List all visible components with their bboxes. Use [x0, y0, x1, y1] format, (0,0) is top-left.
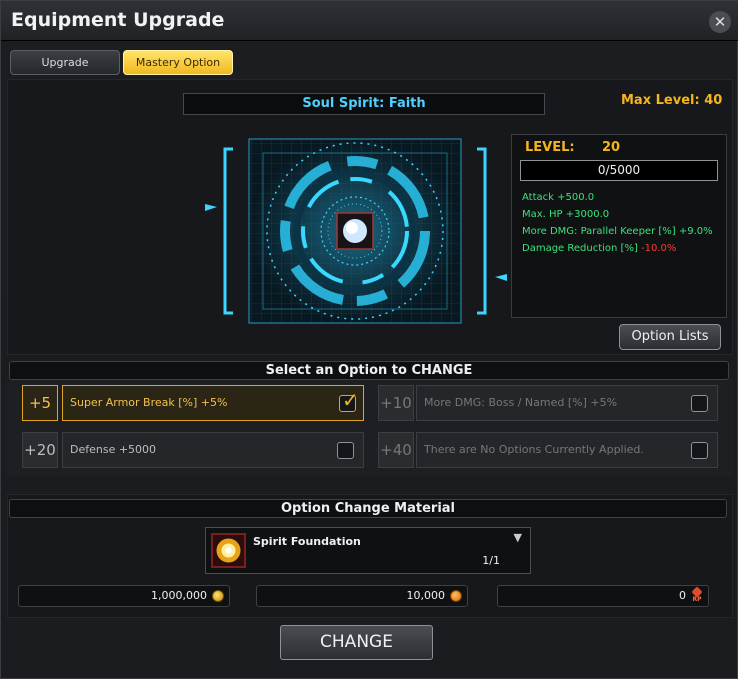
window-title: Equipment Upgrade: [11, 9, 225, 31]
option-1-label: Super Armor Break [%] +5%: [70, 396, 228, 409]
rp-cost-value: 0: [679, 589, 686, 602]
spirit-foundation-icon: [211, 533, 246, 568]
stat-damage-reduction: Damage Reduction [%] -10.0%: [522, 243, 676, 254]
rp-icon: RP: [690, 588, 704, 603]
option-3-threshold: +20: [22, 432, 58, 468]
orange-coin-icon: [450, 590, 462, 602]
option-3[interactable]: Defense +5000: [62, 432, 364, 468]
material-count: 1/1: [482, 554, 500, 567]
option-1-checkbox[interactable]: ✓: [339, 390, 359, 412]
option-4-threshold: +40: [378, 432, 414, 468]
option-lists-button[interactable]: Option Lists: [619, 324, 721, 350]
gold-cost: 1,000,000: [18, 585, 230, 607]
soul-spirit-emblem: [205, 138, 507, 324]
stat-more-dmg: More DMG: Parallel Keeper [%] +9.0%: [522, 226, 713, 237]
gold-cost-value: 1,000,000: [151, 589, 207, 602]
stat-attack: Attack +500.0: [522, 192, 595, 203]
material-header: Option Change Material: [9, 499, 727, 518]
secondary-cost-value: 10,000: [406, 589, 446, 602]
option-2-label: More DMG: Boss / Named [%] +5%: [424, 396, 618, 409]
level-value: 20: [602, 140, 621, 155]
option-2-threshold: +10: [378, 385, 414, 421]
tab-mastery-option[interactable]: Mastery Option: [123, 50, 233, 75]
option-1[interactable]: Super Armor Break [%] +5% ✓: [62, 385, 364, 421]
close-icon[interactable]: ✕: [709, 11, 731, 33]
option-4-label: There are No Options Currently Applied.: [424, 443, 644, 456]
title-bar: Equipment Upgrade ✕: [1, 1, 738, 41]
exp-bar: 0/5000: [520, 160, 718, 181]
option-2[interactable]: More DMG: Boss / Named [%] +5%: [416, 385, 718, 421]
tab-upgrade[interactable]: Upgrade: [10, 50, 120, 75]
option-4-checkbox[interactable]: [691, 442, 708, 459]
material-name: Spirit Foundation: [253, 535, 361, 548]
option-4[interactable]: There are No Options Currently Applied.: [416, 432, 718, 468]
option-1-threshold: +5: [22, 385, 58, 421]
material-slot[interactable]: Spirit Foundation 1/1 ▼: [205, 527, 531, 574]
equipment-upgrade-window: Equipment Upgrade ✕ Upgrade Mastery Opti…: [0, 0, 738, 679]
option-3-label: Defense +5000: [70, 443, 157, 456]
stat-damage-reduction-value: -10.0%: [641, 243, 677, 254]
option-3-checkbox[interactable]: [337, 442, 354, 459]
stat-max-hp: Max. HP +3000.0: [522, 209, 610, 220]
triangle-down-icon[interactable]: ▼: [514, 531, 522, 544]
option-2-checkbox[interactable]: [691, 395, 708, 412]
checkmark-icon: ✓: [342, 388, 359, 412]
level-label: LEVEL:: [525, 140, 575, 155]
select-option-header: Select an Option to CHANGE: [9, 361, 729, 380]
change-button[interactable]: CHANGE: [280, 625, 433, 660]
max-level: Max Level: 40: [621, 93, 723, 108]
rp-cost: 0 RP: [497, 585, 709, 607]
gold-coin-icon: [212, 590, 224, 602]
stat-damage-reduction-label: Damage Reduction [%]: [522, 243, 642, 254]
exp-text: 0/5000: [597, 163, 641, 177]
soul-name: Soul Spirit: Faith: [183, 93, 545, 115]
secondary-cost: 10,000: [256, 585, 468, 607]
